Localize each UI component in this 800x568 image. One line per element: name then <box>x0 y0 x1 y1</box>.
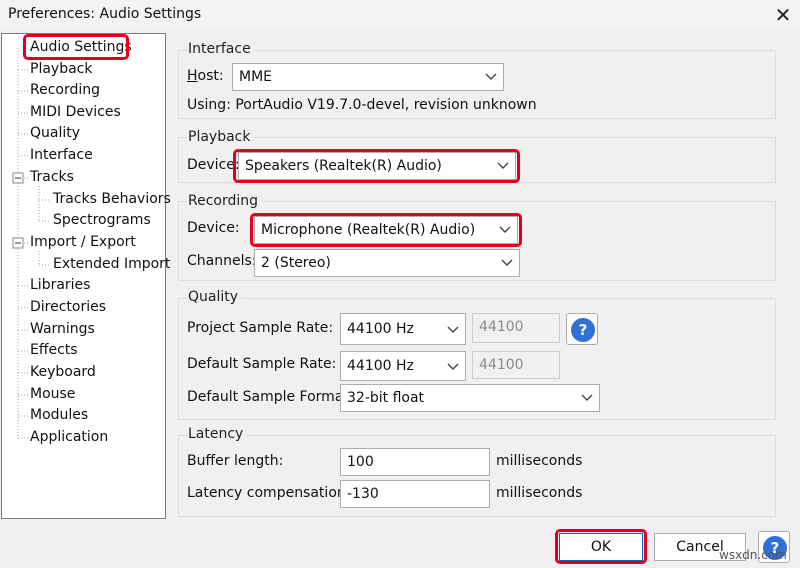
collapse-tracks-icon <box>12 172 24 184</box>
recording-group-title: Recording <box>188 193 263 209</box>
channels-label: Channels: <box>187 253 257 269</box>
tree-item-quality[interactable]: Quality <box>30 123 80 143</box>
chevron-down-icon <box>501 259 513 266</box>
chevron-down-icon <box>447 363 459 370</box>
tree-item-effects[interactable]: Effects <box>30 340 78 360</box>
tree-item-interface[interactable]: Interface <box>30 145 93 165</box>
project-rate-custom-field: 44100 <box>472 313 560 343</box>
latency-compensation-unit: milliseconds <box>496 485 583 501</box>
latency-compensation-input[interactable]: -130 <box>340 480 490 508</box>
tree-item-mouse[interactable]: Mouse <box>30 384 75 404</box>
close-icon[interactable]: ✕ <box>770 2 796 28</box>
tree-item-recording[interactable]: Recording <box>30 80 100 100</box>
tree-item-import-export[interactable]: Import / Export <box>30 232 136 252</box>
host-dropdown[interactable]: MME <box>232 63 504 91</box>
tree-item-playback[interactable]: Playback <box>30 59 92 79</box>
project-rate-label: Project Sample Rate: <box>187 320 334 336</box>
chevron-down-icon <box>485 73 497 80</box>
default-format-label: Default Sample Format: <box>187 389 354 405</box>
tree-item-application[interactable]: Application <box>30 427 108 447</box>
interface-group-title: Interface <box>188 41 255 57</box>
watermark-text: wsxdn.com <box>719 548 787 562</box>
buffer-length-unit: milliseconds <box>496 453 583 469</box>
host-label: Host: <box>187 68 224 84</box>
default-rate-custom-field: 44100 <box>472 351 560 379</box>
tree-item-modules[interactable]: Modules <box>30 405 88 425</box>
collapse-import-export-icon <box>12 237 24 249</box>
quality-help-button[interactable]: ? <box>566 313 598 345</box>
project-rate-dropdown[interactable]: 44100 Hz <box>340 313 466 345</box>
tree-item-warnings[interactable]: Warnings <box>30 319 95 339</box>
title-bar: Preferences: Audio Settings ✕ <box>0 0 800 30</box>
tree-item-directories[interactable]: Directories <box>30 297 106 317</box>
latency-group-title: Latency <box>188 426 248 442</box>
tree-item-keyboard[interactable]: Keyboard <box>30 362 96 382</box>
recording-device-label: Device: <box>187 220 240 236</box>
window-title: Preferences: Audio Settings <box>8 6 202 22</box>
using-info-text: Using: PortAudio V19.7.0-devel, revision… <box>187 97 537 113</box>
project-rate-value: 44100 Hz <box>347 321 414 337</box>
recording-device-dropdown[interactable]: Microphone (Realtek(R) Audio) <box>254 216 518 244</box>
tree-item-audio-settings[interactable]: Audio Settings <box>30 37 132 57</box>
playback-device-dropdown[interactable]: Speakers (Realtek(R) Audio) <box>238 152 516 180</box>
default-format-dropdown[interactable]: 32-bit float <box>340 384 600 412</box>
tree-item-libraries[interactable]: Libraries <box>30 275 90 295</box>
chevron-down-icon <box>581 394 593 401</box>
playback-group-title: Playback <box>188 129 255 145</box>
playback-device-label: Device: <box>187 157 240 173</box>
audio-settings-panel: Interface Host: MME Using: PortAudio V19… <box>174 33 800 517</box>
host-label-text: ost: <box>197 68 224 84</box>
buffer-length-input[interactable]: 100 <box>340 448 490 476</box>
playback-device-value: Speakers (Realtek(R) Audio) <box>245 158 442 174</box>
default-format-value: 32-bit float <box>347 390 425 406</box>
help-icon: ? <box>571 318 595 342</box>
tree-item-midi-devices[interactable]: MIDI Devices <box>30 102 121 122</box>
latency-compensation-label: Latency compensation: <box>187 485 351 501</box>
quality-group-title: Quality <box>188 289 243 305</box>
ok-button[interactable]: OK <box>559 533 643 561</box>
tree-item-extended-import[interactable]: Extended Import <box>53 254 170 274</box>
default-rate-value: 44100 Hz <box>347 358 414 374</box>
tree-item-spectrograms[interactable]: Spectrograms <box>53 210 151 230</box>
chevron-down-icon <box>497 162 509 169</box>
preferences-tree[interactable]: Audio Settings Playback Recording MIDI D… <box>1 33 171 519</box>
channels-dropdown[interactable]: 2 (Stereo) <box>254 249 520 277</box>
host-label-mnemonic: H <box>187 68 198 84</box>
chevron-down-icon <box>499 226 511 233</box>
chevron-down-icon <box>447 326 459 333</box>
channels-value: 2 (Stereo) <box>261 255 331 271</box>
default-rate-dropdown[interactable]: 44100 Hz <box>340 351 466 381</box>
buffer-length-label: Buffer length: <box>187 453 284 469</box>
host-value: MME <box>239 69 273 85</box>
tree-item-tracks[interactable]: Tracks <box>30 167 74 187</box>
default-rate-label: Default Sample Rate: <box>187 356 337 372</box>
recording-device-value: Microphone (Realtek(R) Audio) <box>261 222 476 238</box>
tree-item-tracks-behaviors[interactable]: Tracks Behaviors <box>53 189 171 209</box>
